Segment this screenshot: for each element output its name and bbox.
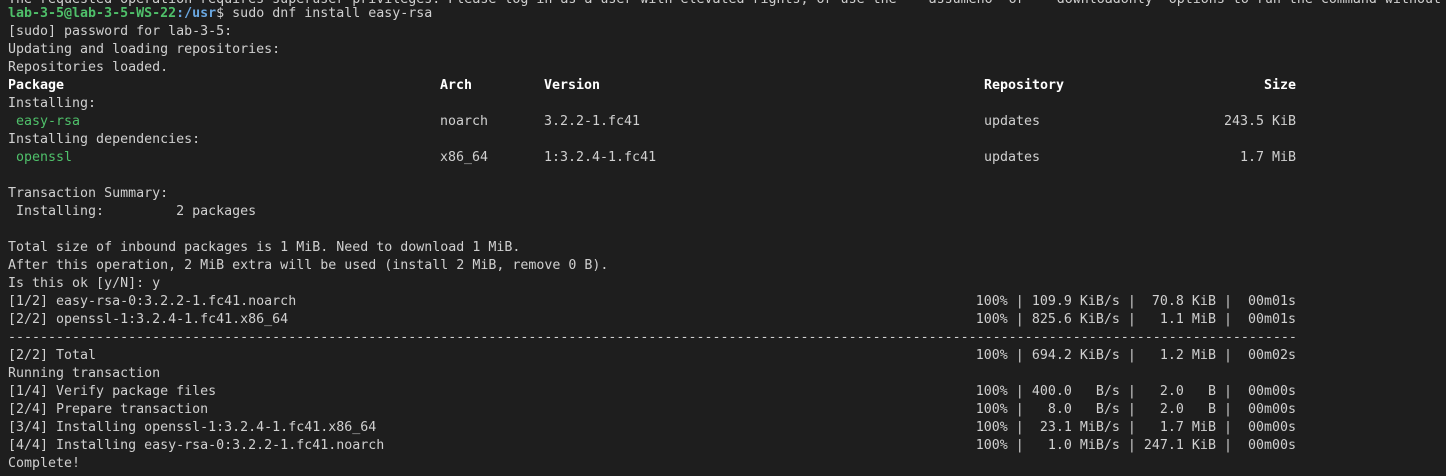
step-stats: 100% | 400.0 B/s | 2.0 B | 00m00s: [975, 384, 1296, 399]
download-stats: 100% | 109.9 KiB/s | 70.8 KiB | 00m01s: [975, 294, 1296, 309]
step-label: [1/4] Verify package files: [8, 384, 217, 399]
step-label: [2/4] Prepare transaction: [8, 402, 209, 417]
package-version: 3.2.2-1.fc41: [544, 114, 641, 129]
separator-line: ----------------------------------------…: [8, 330, 1296, 345]
package-version: 1:3.2.4-1.fc41: [544, 150, 657, 165]
shell-prompt-line: lab-3-5@lab-3-5-WS-22:/usr$ sudo dnf ins…: [8, 5, 432, 23]
summary-installing-line: Installing: 2 packages: [8, 204, 257, 219]
package-name: easy-rsa: [16, 114, 81, 129]
step-stats: 100% | 23.1 MiB/s | 1.7 MiB | 00m00s: [975, 420, 1296, 435]
transaction-summary-title: Transaction Summary:: [8, 186, 169, 201]
confirm-line: Is this ok [y/N]: y: [8, 276, 161, 291]
total-stats: 100% | 694.2 KiB/s | 1.2 MiB | 00m02s: [975, 348, 1296, 363]
download-label: [1/2] easy-rsa-0:3.2.2-1.fc41.noarch: [8, 294, 297, 309]
total-label: [2/2] Total: [8, 348, 97, 363]
prompt-symbol: $: [216, 6, 225, 21]
header-size: Size: [1263, 78, 1296, 93]
deps-label: Installing dependencies:: [8, 132, 201, 147]
package-size: 1.7 MiB: [1239, 150, 1296, 165]
package-size: 243.5 KiB: [1223, 114, 1296, 129]
step-label: [4/4] Installing easy-rsa-0:3.2.2-1.fc41…: [8, 438, 385, 453]
package-repo: updates: [984, 150, 1041, 165]
total-size-line: Total size of inbound packages is 1 MiB.…: [8, 240, 521, 255]
download-label: [2/2] openssl-1:3.2.4-1.fc41.x86_64: [8, 312, 289, 327]
step-stats: 100% | 8.0 B/s | 2.0 B | 00m00s: [975, 402, 1296, 417]
command-text: sudo dnf install easy-rsa: [224, 6, 433, 21]
prompt-path: :/usr: [176, 6, 217, 21]
terminal-window[interactable]: The requested operation requires superus…: [0, 0, 1446, 476]
running-transaction-line: Running transaction: [8, 366, 161, 381]
prompt-user-host: lab-3-5@lab-3-5-WS-22: [8, 6, 177, 21]
sudo-password-line: [sudo] password for lab-3-5:: [8, 24, 233, 39]
header-package: Package: [8, 78, 65, 93]
after-operation-line: After this operation, 2 MiB extra will b…: [8, 258, 609, 273]
step-stats: 100% | 1.0 MiB/s | 247.1 KiB | 00m00s: [975, 438, 1296, 453]
header-repository: Repository: [984, 78, 1065, 93]
installing-label: Installing:: [8, 96, 97, 111]
package-arch: x86_64: [440, 150, 489, 165]
repos-loaded-line: Repositories loaded.: [8, 60, 169, 75]
download-stats: 100% | 825.6 KiB/s | 1.1 MiB | 00m01s: [975, 312, 1296, 327]
updating-line: Updating and loading repositories:: [8, 42, 281, 57]
step-label: [3/4] Installing openssl-1:3.2.4-1.fc41.…: [8, 420, 377, 435]
package-arch: noarch: [440, 114, 489, 129]
header-version: Version: [544, 78, 601, 93]
package-repo: updates: [984, 114, 1041, 129]
package-name: openssl: [16, 150, 73, 165]
header-arch: Arch: [440, 78, 473, 93]
complete-line: Complete!: [8, 456, 81, 471]
